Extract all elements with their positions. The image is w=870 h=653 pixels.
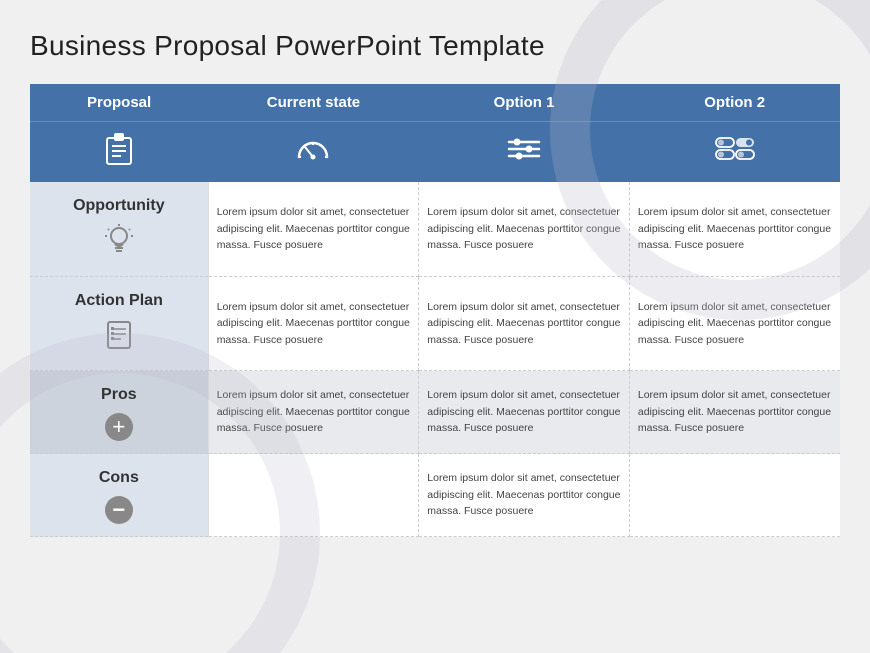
header-icon-sliders <box>419 122 630 183</box>
lightbulb-icon <box>105 224 133 256</box>
gauge-icon <box>295 135 331 163</box>
header-proposal: Proposal <box>30 84 208 122</box>
cell-pros-opt1: Lorem ipsum dolor sit amet, consectetuer… <box>419 371 630 454</box>
cell-cons-current <box>208 454 419 537</box>
label-opportunity: Opportunity <box>30 182 208 276</box>
slide-title: Business Proposal PowerPoint Template <box>30 30 840 62</box>
cell-opportunity-current: Lorem ipsum dolor sit amet, consectetuer… <box>208 182 419 276</box>
header-option2: Option 2 <box>629 84 840 122</box>
clipboard-icon <box>105 132 133 166</box>
cell-action-plan-opt2: Lorem ipsum dolor sit amet, consectetuer… <box>629 276 840 371</box>
icon-row <box>30 122 840 183</box>
cell-opportunity-opt2: Lorem ipsum dolor sit amet, consectetuer… <box>629 182 840 276</box>
header-current-state: Current state <box>208 84 419 122</box>
cell-pros-current: Lorem ipsum dolor sit amet, consectetuer… <box>208 371 419 454</box>
table-row-action-plan: Action Plan Lorem ipsum dolor sit amet, … <box>30 276 840 371</box>
table-row-cons: Cons − Lorem ipsum dolor sit amet, conse… <box>30 454 840 537</box>
header-row: Proposal Current state Option 1 Option 2 <box>30 84 840 122</box>
table-row-opportunity: Opportunity Lorem ipsum dolor sit <box>30 182 840 276</box>
label-cons: Cons − <box>30 454 208 537</box>
toggle-icon <box>714 136 756 162</box>
cell-pros-opt2: Lorem ipsum dolor sit amet, consectetuer… <box>629 371 840 454</box>
sliders-icon <box>507 136 541 162</box>
label-pros: Pros + <box>30 371 208 454</box>
header-option1: Option 1 <box>419 84 630 122</box>
header-icon-gauge <box>208 122 419 183</box>
plus-icon: + <box>112 416 125 438</box>
cell-cons-opt1: Lorem ipsum dolor sit amet, consectetuer… <box>419 454 630 537</box>
table-row-pros: Pros + Lorem ipsum dolor sit amet, conse… <box>30 371 840 454</box>
header-icon-clipboard <box>30 122 208 183</box>
slide: Business Proposal PowerPoint Template Pr… <box>0 0 870 653</box>
minus-icon: − <box>112 499 125 521</box>
header-icon-toggle <box>629 122 840 183</box>
proposal-table: Proposal Current state Option 1 Option 2 <box>30 84 840 537</box>
cell-opportunity-opt1: Lorem ipsum dolor sit amet, consectetuer… <box>419 182 630 276</box>
cell-cons-opt2 <box>629 454 840 537</box>
action-plan-icon <box>105 319 133 351</box>
label-action-plan: Action Plan <box>30 276 208 371</box>
cell-action-plan-current: Lorem ipsum dolor sit amet, consectetuer… <box>208 276 419 371</box>
cell-action-plan-opt1: Lorem ipsum dolor sit amet, consectetuer… <box>419 276 630 371</box>
